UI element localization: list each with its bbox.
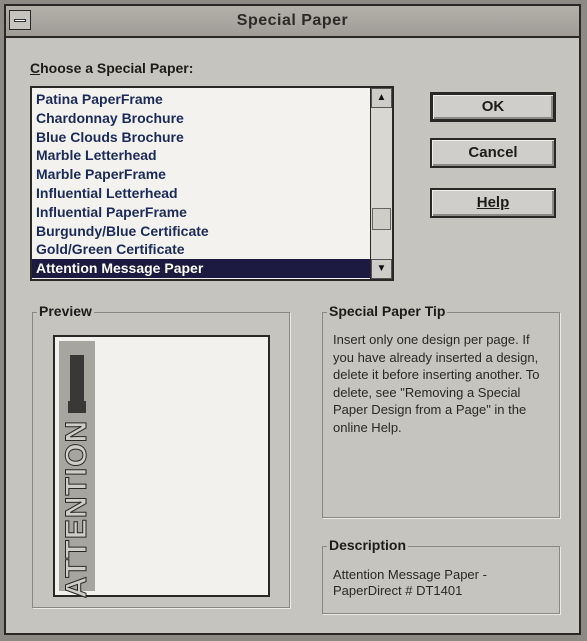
list-item[interactable]: Attention Message Paper (32, 259, 370, 278)
list-item[interactable]: Influential Letterhead (32, 184, 370, 203)
choose-label-text: hoose a Special Paper: (40, 60, 194, 76)
scroll-down-arrow-icon[interactable]: ▼ (371, 259, 392, 279)
choose-label-hotkey: C (30, 60, 41, 76)
list-item[interactable]: Marble Letterhead (32, 146, 370, 165)
special-paper-list[interactable]: Patina PaperFrame Chardonnay Brochure Bl… (30, 86, 394, 281)
list-item[interactable]: Burgundy/Blue Certificate (32, 222, 370, 241)
scroll-up-arrow-icon[interactable]: ▲ (371, 88, 392, 108)
help-button[interactable]: Help (430, 188, 556, 218)
exclamation-dot-icon (68, 401, 86, 413)
choose-paper-label: Choose a Special Paper: (30, 60, 193, 76)
list-item[interactable]: Chardonnay Brochure (32, 109, 370, 128)
preview-group: Preview ATTENTION (32, 303, 290, 608)
tip-group: Special Paper Tip Insert only one design… (322, 303, 560, 518)
description-label: Description (327, 537, 409, 553)
description-group: Description Attention Message Paper - Pa… (322, 537, 560, 614)
title-bar[interactable]: Special Paper (6, 6, 579, 38)
list-scrollbar[interactable]: ▲ ▼ (370, 88, 392, 279)
cancel-button[interactable]: Cancel (430, 138, 556, 168)
tip-label: Special Paper Tip (327, 303, 448, 319)
banner-text: ATTENTION (60, 419, 94, 599)
preview-paper-image: ATTENTION (53, 335, 270, 599)
list-item[interactable]: Blue Clouds Brochure (32, 128, 370, 147)
list-item[interactable]: Gold/Green Certificate (32, 240, 370, 259)
scroll-thumb[interactable] (372, 208, 391, 230)
list-item[interactable]: Patina PaperFrame (32, 90, 370, 109)
list-item[interactable]: Marble PaperFrame (32, 165, 370, 184)
list-item[interactable]: Influential PaperFrame (32, 203, 370, 222)
special-paper-dialog: Special Paper Choose a Special Paper: Pa… (4, 4, 581, 635)
tip-text: Insert only one design per page. If you … (333, 332, 540, 435)
ok-button[interactable]: OK (430, 92, 556, 122)
attention-banner-strip: ATTENTION (59, 341, 95, 599)
list-items: Patina PaperFrame Chardonnay Brochure Bl… (32, 90, 370, 278)
description-text: Attention Message Paper - PaperDirect # … (333, 567, 487, 598)
help-button-label: Help (476, 194, 510, 211)
dialog-title: Special Paper (236, 12, 349, 29)
preview-label: Preview (37, 303, 94, 319)
